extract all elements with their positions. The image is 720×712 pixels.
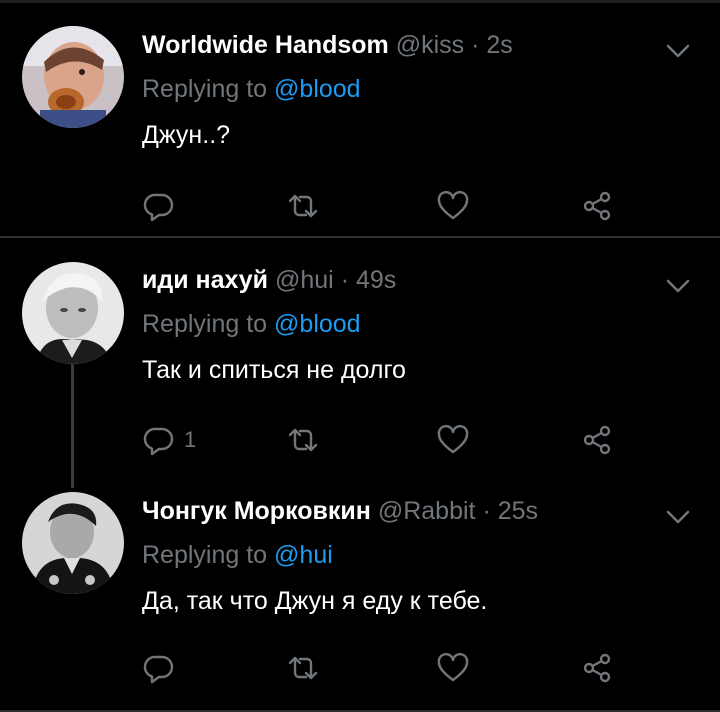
timestamp[interactable]: 2s	[486, 31, 512, 59]
timestamp[interactable]: 25s	[498, 497, 538, 525]
retweet-icon	[286, 423, 320, 457]
action-bar	[142, 648, 632, 688]
retweet-button[interactable]	[286, 648, 320, 688]
heart-icon	[436, 423, 470, 457]
reply-button[interactable]	[142, 186, 184, 226]
share-button[interactable]	[580, 420, 614, 460]
heart-icon	[436, 189, 470, 223]
retweet-button[interactable]	[286, 186, 320, 226]
heart-icon	[436, 651, 470, 685]
display-name[interactable]: Чонгук Морковкин	[142, 497, 371, 525]
separator: ·	[340, 266, 350, 294]
mention-link[interactable]: @blood	[274, 75, 361, 103]
user-handle[interactable]: @Rabbit	[378, 497, 476, 525]
retweet-icon	[286, 651, 320, 685]
tweet-text: Так и спиться не долго	[142, 356, 406, 384]
user-handle[interactable]: @kiss	[396, 31, 464, 59]
replying-to-label: Replying to	[142, 75, 268, 103]
replying-to: Replying to @blood	[142, 72, 700, 106]
timestamp[interactable]: 49s	[356, 266, 396, 294]
tweet[interactable]: Чонгук Морковкин @Rabbit · 25s Replying …	[0, 470, 720, 712]
share-icon	[580, 423, 614, 457]
chevron-down-icon[interactable]	[664, 506, 692, 528]
display-name[interactable]: Worldwide Handsom	[142, 31, 389, 59]
replying-to-label: Replying to	[142, 541, 268, 569]
like-button[interactable]	[436, 186, 470, 226]
tweet-text: Джун..?	[142, 121, 231, 149]
tweet-content: Worldwide Handsom @kiss · 2s Replying to…	[142, 28, 700, 152]
share-icon	[580, 651, 614, 685]
action-bar: 1	[142, 420, 632, 460]
like-button[interactable]	[436, 648, 470, 688]
like-button[interactable]	[436, 420, 470, 460]
tweet-content: иди нахуй @hui · 49s Replying to @blood …	[142, 263, 700, 387]
replying-to: Replying to @hui	[142, 538, 700, 572]
avatar[interactable]	[22, 26, 124, 128]
tweet[interactable]: Worldwide Handsom @kiss · 2s Replying to…	[0, 0, 720, 238]
chevron-down-icon[interactable]	[664, 40, 692, 62]
share-button[interactable]	[580, 648, 614, 688]
avatar[interactable]	[22, 492, 124, 594]
reply-icon	[142, 651, 176, 685]
reply-button[interactable]: 1	[142, 420, 196, 460]
mention-link[interactable]: @hui	[274, 541, 333, 569]
tweet-header: Чонгук Морковкин @Rabbit · 25s	[142, 494, 700, 528]
separator: ·	[482, 497, 491, 525]
share-button[interactable]	[580, 186, 614, 226]
retweet-button[interactable]	[286, 420, 320, 460]
mention-link[interactable]: @blood	[274, 310, 361, 338]
replying-to-label: Replying to	[142, 310, 268, 338]
reply-icon	[142, 423, 176, 457]
user-handle[interactable]: @hui	[275, 266, 334, 294]
replying-to: Replying to @blood	[142, 307, 700, 341]
tweet-header: Worldwide Handsom @kiss · 2s	[142, 28, 700, 62]
chevron-down-icon[interactable]	[664, 275, 692, 297]
tweet[interactable]: иди нахуй @hui · 49s Replying to @blood …	[0, 238, 720, 498]
retweet-icon	[286, 189, 320, 223]
action-bar	[142, 186, 632, 226]
tweet-content: Чонгук Морковкин @Rabbit · 25s Replying …	[142, 494, 700, 618]
reply-icon	[142, 189, 176, 223]
share-icon	[580, 189, 614, 223]
tweet-text: Да, так что Джун я еду к тебе.	[142, 587, 488, 615]
separator: ·	[471, 31, 480, 59]
display-name[interactable]: иди нахуй	[142, 266, 268, 294]
reply-button[interactable]	[142, 648, 184, 688]
avatar[interactable]	[22, 262, 124, 364]
tweet-header: иди нахуй @hui · 49s	[142, 263, 700, 297]
reply-count: 1	[184, 427, 197, 452]
